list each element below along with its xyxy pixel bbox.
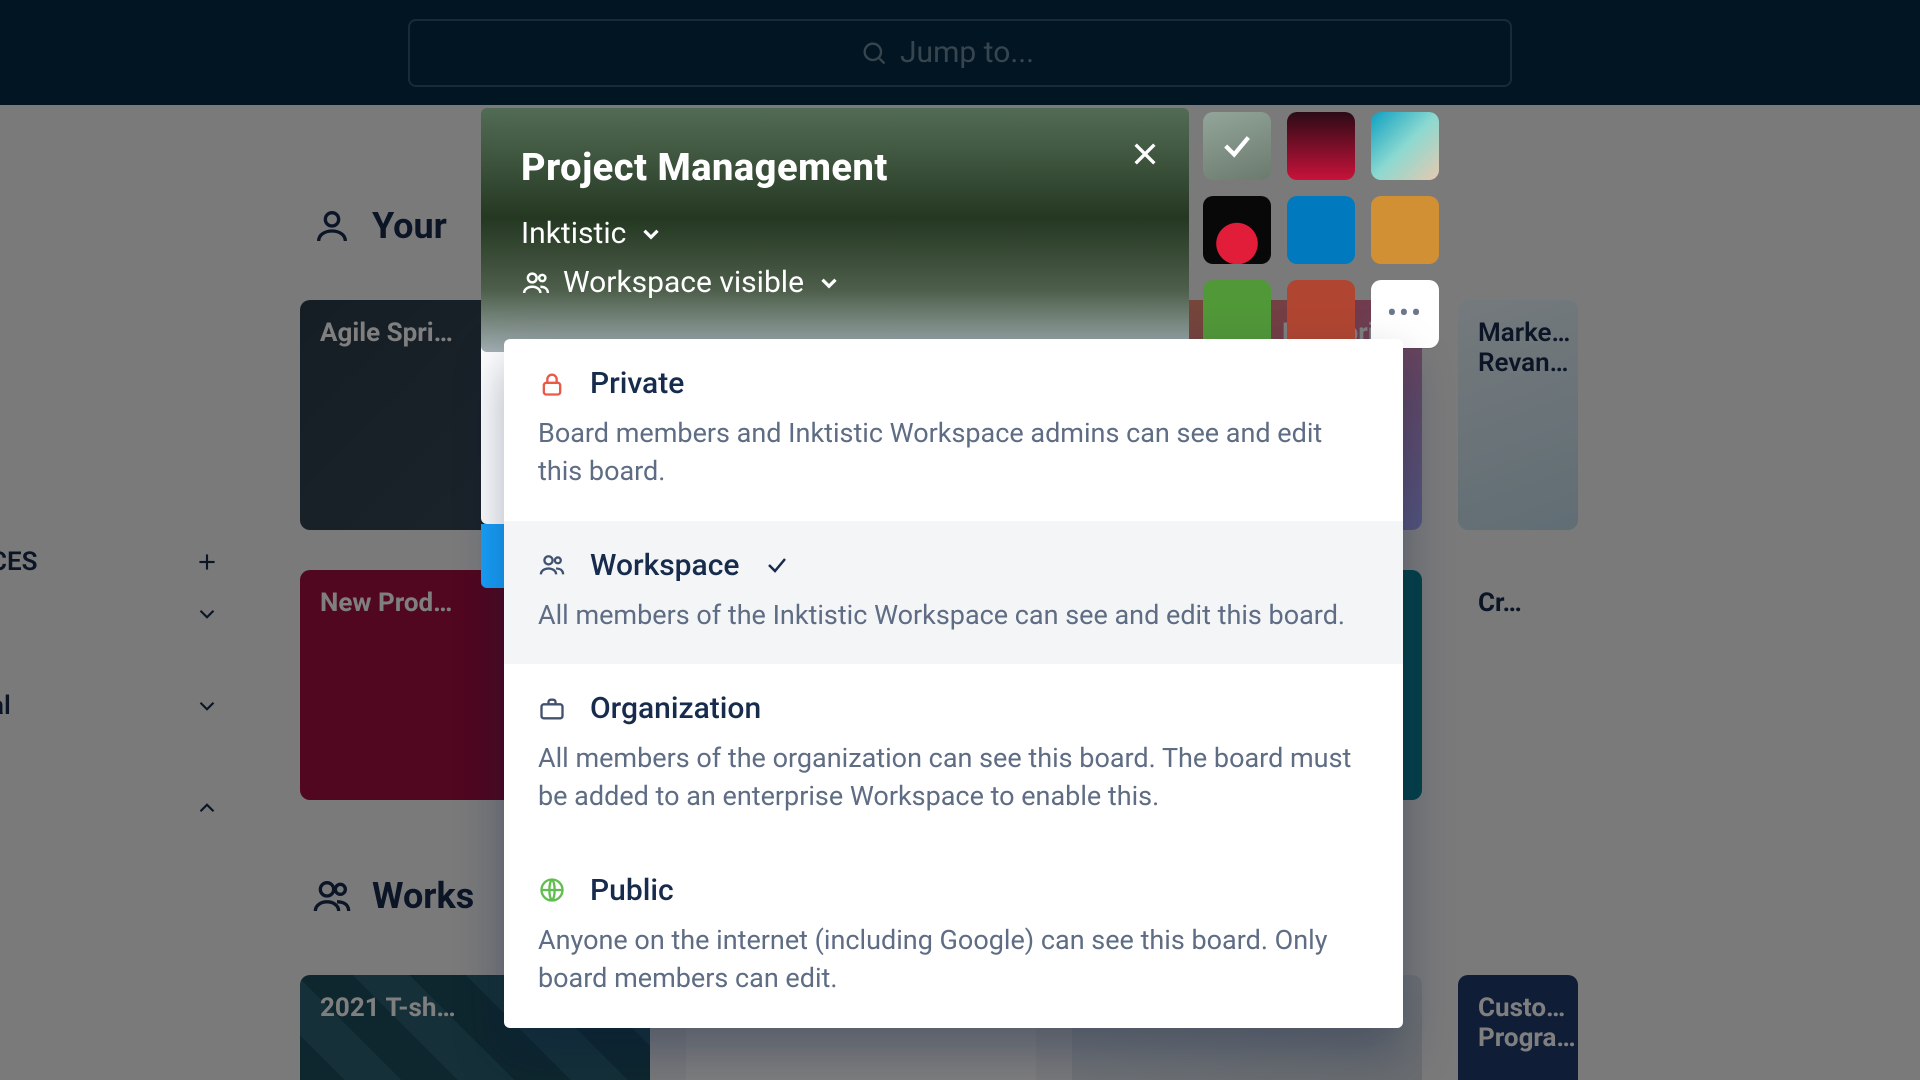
background-swatch[interactable] bbox=[1203, 280, 1271, 348]
visibility-option-desc: All members of the Inktistic Workspace c… bbox=[538, 597, 1369, 635]
background-more-button[interactable]: ••• bbox=[1371, 280, 1439, 348]
visibility-option-title: Workspace bbox=[590, 548, 739, 583]
create-board-header: Project Management Inktistic Workspace v… bbox=[481, 108, 1189, 352]
background-swatch[interactable] bbox=[1371, 196, 1439, 264]
background-swatch[interactable] bbox=[1203, 112, 1271, 180]
people-icon bbox=[538, 551, 566, 579]
visibility-selector[interactable]: Workspace visible bbox=[521, 265, 1149, 300]
visibility-option-desc: Anyone on the internet (including Google… bbox=[538, 922, 1369, 998]
check-icon bbox=[1203, 112, 1271, 180]
lock-icon bbox=[538, 370, 566, 398]
visibility-option-title: Public bbox=[590, 873, 674, 908]
briefcase-icon bbox=[538, 695, 566, 723]
visibility-option-desc: Board members and Inktistic Workspace ad… bbox=[538, 415, 1369, 491]
background-swatch-grid: ••• bbox=[1203, 112, 1439, 348]
visibility-option-title: Private bbox=[590, 366, 684, 401]
visibility-option-organization[interactable]: Organization All members of the organiza… bbox=[504, 664, 1403, 846]
background-swatch[interactable] bbox=[1287, 280, 1355, 348]
visibility-option-private[interactable]: Private Board members and Inktistic Work… bbox=[504, 339, 1403, 521]
chevron-down-icon bbox=[638, 221, 664, 247]
workspace-selector[interactable]: Inktistic bbox=[521, 216, 1149, 251]
background-swatch[interactable] bbox=[1287, 196, 1355, 264]
visibility-option-desc: All members of the organization can see … bbox=[538, 740, 1369, 816]
check-icon bbox=[763, 553, 791, 577]
visibility-option-public[interactable]: Public Anyone on the internet (including… bbox=[504, 846, 1403, 1028]
people-icon bbox=[521, 268, 551, 298]
globe-icon bbox=[538, 876, 566, 904]
visibility-dropdown: Private Board members and Inktistic Work… bbox=[504, 339, 1403, 1028]
visibility-option-workspace[interactable]: Workspace All members of the Inktistic W… bbox=[504, 521, 1403, 665]
background-swatch[interactable] bbox=[1371, 112, 1439, 180]
close-button[interactable] bbox=[1125, 134, 1165, 174]
background-swatch[interactable] bbox=[1287, 112, 1355, 180]
visibility-selector-label: Workspace visible bbox=[563, 265, 804, 300]
board-title-input[interactable]: Project Management bbox=[521, 146, 1149, 190]
visibility-option-title: Organization bbox=[590, 691, 761, 726]
workspace-selector-label: Inktistic bbox=[521, 216, 626, 251]
background-swatch[interactable] bbox=[1203, 196, 1271, 264]
close-icon bbox=[1129, 138, 1161, 170]
chevron-down-icon bbox=[816, 270, 842, 296]
